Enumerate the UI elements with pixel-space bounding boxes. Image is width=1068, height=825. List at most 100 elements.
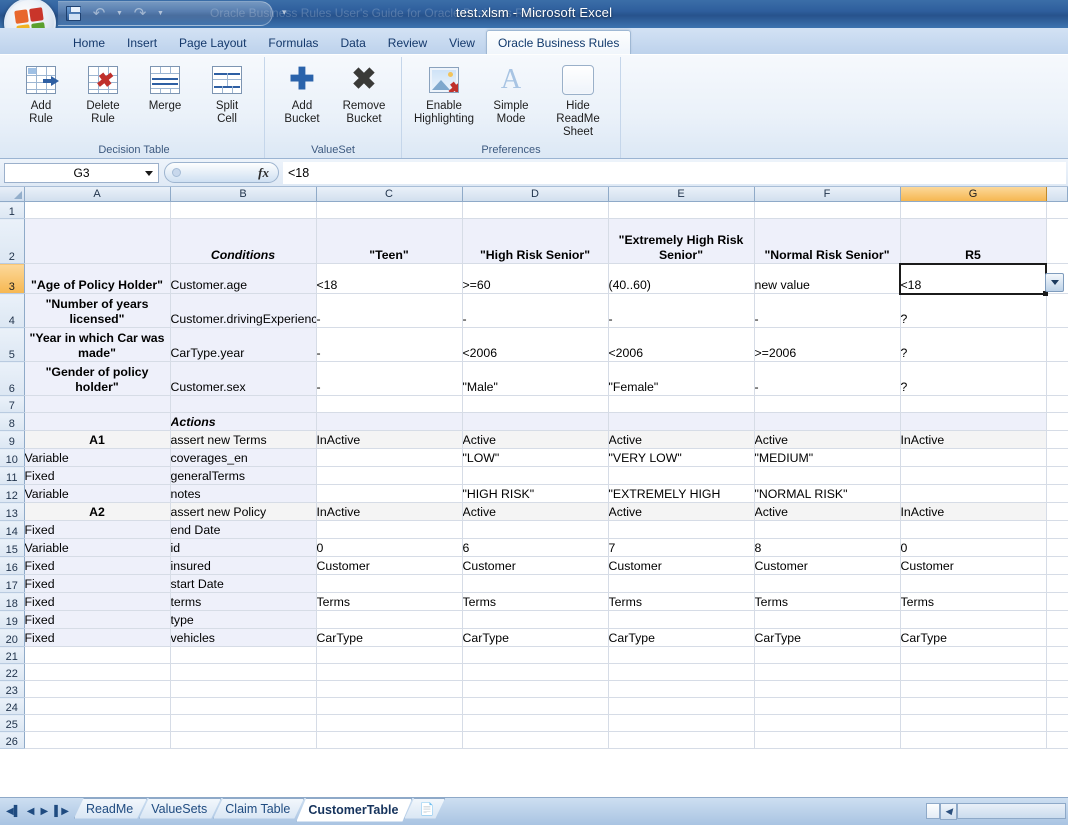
cell-E10[interactable]: "VERY LOW": [608, 448, 755, 467]
cell-F12[interactable]: "NORMAL RISK": [754, 484, 901, 503]
row-header-19[interactable]: 19: [0, 610, 25, 629]
cell-F16[interactable]: Customer: [754, 556, 901, 575]
cell-C17[interactable]: [316, 574, 463, 593]
cell-B22[interactable]: [170, 663, 317, 681]
row-header-6[interactable]: 6: [0, 361, 25, 396]
cell-E25[interactable]: [608, 714, 755, 732]
sheet-tab-claim-table[interactable]: Claim Table: [213, 798, 304, 819]
data-validation-dropdown-button[interactable]: [1045, 272, 1064, 292]
cell-E13[interactable]: Active: [608, 502, 755, 521]
cell-C18[interactable]: Terms: [316, 592, 463, 611]
cell-G13[interactable]: InActive: [900, 502, 1047, 521]
cell-D4[interactable]: -: [462, 293, 609, 328]
cell-A25[interactable]: [24, 714, 171, 732]
cell-B1[interactable]: [170, 201, 317, 219]
tab-review[interactable]: Review: [377, 32, 438, 54]
hide-readme-sheet-button[interactable]: Hide ReadMe Sheet: [542, 59, 614, 139]
row-header-18[interactable]: 18: [0, 592, 25, 611]
cell-C23[interactable]: [316, 680, 463, 698]
cell-D21[interactable]: [462, 646, 609, 664]
cell-E22[interactable]: [608, 663, 755, 681]
tab-page-layout[interactable]: Page Layout: [168, 32, 257, 54]
sheet-tab-readme[interactable]: ReadMe: [74, 798, 147, 819]
cell-G24[interactable]: [900, 697, 1047, 715]
cell-F2[interactable]: "Normal Risk Senior": [754, 218, 901, 264]
row-header-17[interactable]: 17: [0, 574, 25, 593]
cell-E23[interactable]: [608, 680, 755, 698]
cell-A14[interactable]: Fixed: [24, 520, 171, 539]
cell-F24[interactable]: [754, 697, 901, 715]
cell-G8[interactable]: [900, 412, 1047, 431]
cell-B10[interactable]: coverages_en: [170, 448, 317, 467]
row-header-1[interactable]: 1: [0, 201, 25, 219]
cell-E12[interactable]: "EXTREMELY HIGH: [608, 484, 755, 503]
cell-A17[interactable]: Fixed: [24, 574, 171, 593]
cell-G16[interactable]: Customer: [900, 556, 1047, 575]
cell-A1[interactable]: [24, 201, 171, 219]
cell-F17[interactable]: [754, 574, 901, 593]
cell-E14[interactable]: [608, 520, 755, 539]
row-header-26[interactable]: 26: [0, 731, 25, 749]
cell-A24[interactable]: [24, 697, 171, 715]
cell-D11[interactable]: [462, 466, 609, 485]
cell-C11[interactable]: [316, 466, 463, 485]
cell-D15[interactable]: 6: [462, 538, 609, 557]
cell-C24[interactable]: [316, 697, 463, 715]
undo-button[interactable]: ↶: [88, 3, 110, 24]
cell-F10[interactable]: "MEDIUM": [754, 448, 901, 467]
merge-button[interactable]: Merge: [134, 59, 196, 113]
cell-G7[interactable]: [900, 395, 1047, 413]
column-header-g[interactable]: G: [900, 187, 1047, 202]
cell-D17[interactable]: [462, 574, 609, 593]
enable-highlighting-button[interactable]: ✖ Enable Highlighting: [408, 59, 480, 126]
cell-D9[interactable]: Active: [462, 430, 609, 449]
row-header-10[interactable]: 10: [0, 448, 25, 467]
first-sheet-icon[interactable]: ◀▌: [6, 806, 21, 817]
cell-E20[interactable]: CarType: [608, 628, 755, 647]
row-header-16[interactable]: 16: [0, 556, 25, 575]
cell-C6[interactable]: -: [316, 361, 463, 396]
row-header-20[interactable]: 20: [0, 628, 25, 647]
delete-rule-button[interactable]: ✖ Delete Rule: [72, 59, 134, 126]
cell-B5[interactable]: CarType.year: [170, 327, 317, 362]
horizontal-scrollbar[interactable]: ◀: [926, 802, 1066, 820]
row-header-12[interactable]: 12: [0, 484, 25, 503]
cell-C19[interactable]: [316, 610, 463, 629]
cell-D13[interactable]: Active: [462, 502, 609, 521]
cell-E7[interactable]: [608, 395, 755, 413]
cell-C14[interactable]: [316, 520, 463, 539]
cell-F5[interactable]: >=2006: [754, 327, 901, 362]
cell-A19[interactable]: Fixed: [24, 610, 171, 629]
cell-G6[interactable]: ?: [900, 361, 1047, 396]
office-button[interactable]: [4, 0, 56, 28]
cell-E8[interactable]: [608, 412, 755, 431]
row-header-13[interactable]: 13: [0, 502, 25, 521]
cell-F15[interactable]: 8: [754, 538, 901, 557]
cell-E6[interactable]: "Female": [608, 361, 755, 396]
cell-B16[interactable]: insured: [170, 556, 317, 575]
tab-home[interactable]: Home: [62, 32, 116, 54]
cell-E21[interactable]: [608, 646, 755, 664]
cell-G22[interactable]: [900, 663, 1047, 681]
row-header-7[interactable]: 7: [0, 395, 25, 413]
cell-C21[interactable]: [316, 646, 463, 664]
cell-B4[interactable]: Customer.drivingExperience: [170, 293, 317, 328]
undo-dropdown[interactable]: ▼: [114, 3, 125, 24]
cell-G21[interactable]: [900, 646, 1047, 664]
cell-G17[interactable]: [900, 574, 1047, 593]
scrollbar-track[interactable]: [957, 803, 1066, 819]
cell-A11[interactable]: Fixed: [24, 466, 171, 485]
cell-B3[interactable]: Customer.age: [170, 263, 317, 294]
cell-C8[interactable]: [316, 412, 463, 431]
cell-A21[interactable]: [24, 646, 171, 664]
cell-C25[interactable]: [316, 714, 463, 732]
cell-C15[interactable]: 0: [316, 538, 463, 557]
cell-C3[interactable]: <18: [316, 263, 463, 294]
split-cell-button[interactable]: Split Cell: [196, 59, 258, 126]
cell-F7[interactable]: [754, 395, 901, 413]
cell-E15[interactable]: 7: [608, 538, 755, 557]
cell-D20[interactable]: CarType: [462, 628, 609, 647]
cell-C2[interactable]: "Teen": [316, 218, 463, 264]
tab-data[interactable]: Data: [329, 32, 376, 54]
cell-F3[interactable]: new value: [754, 263, 901, 294]
